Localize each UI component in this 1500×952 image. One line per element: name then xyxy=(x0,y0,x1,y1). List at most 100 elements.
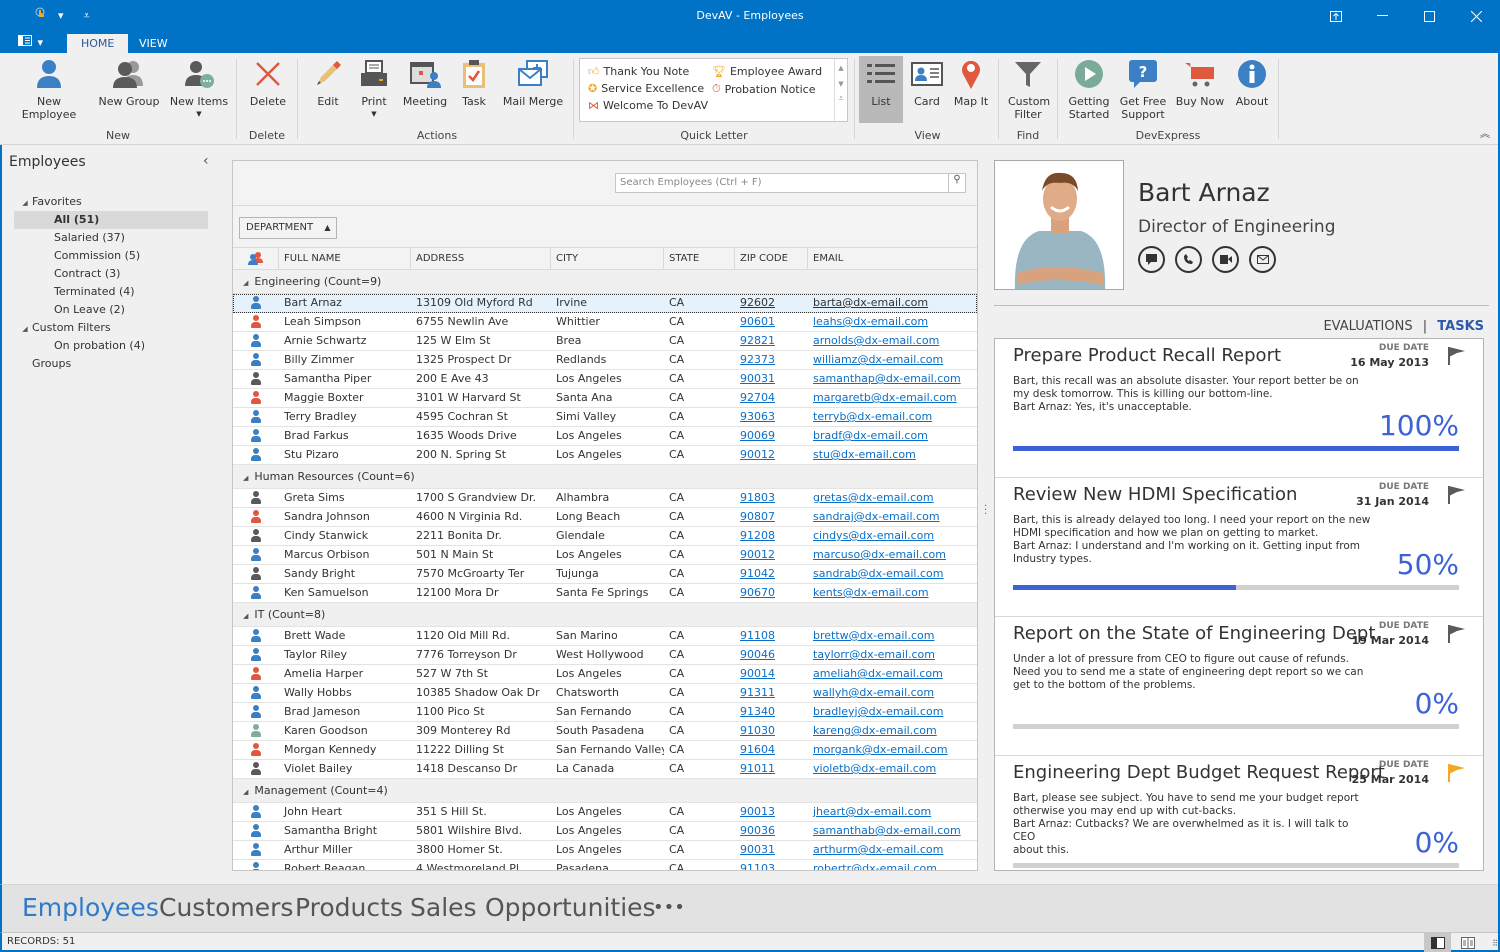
tab-tasks[interactable]: TASKS xyxy=(1437,319,1484,334)
cell-zip-code[interactable]: 90013 xyxy=(735,803,808,821)
zip-link[interactable]: 92602 xyxy=(740,296,775,309)
collapse-nav-icon[interactable]: ‹ xyxy=(203,153,209,169)
cell-zip-code[interactable]: 91011 xyxy=(735,760,808,778)
email-link[interactable]: leahs@dx-email.com xyxy=(813,315,928,328)
expand-arrow-icon[interactable]: ◢ xyxy=(243,788,248,796)
cell-zip-code[interactable]: 90670 xyxy=(735,584,808,602)
nav-item-products[interactable]: Products xyxy=(295,893,403,922)
cell-zip-code[interactable]: 90069 xyxy=(735,427,808,445)
table-row[interactable]: John Heart 351 S Hill St. Los Angeles CA 900… xyxy=(233,803,977,822)
table-row[interactable]: Samantha Piper 200 E Ave 43 Los Angeles CA 9… xyxy=(233,370,977,389)
list-view-button[interactable]: List xyxy=(859,56,903,123)
task-button[interactable]: Task xyxy=(456,57,492,108)
cell-email[interactable]: marcuso@dx-email.com xyxy=(808,546,977,564)
table-row[interactable]: Robert Reagan 4 Westmoreland Pl. Pasadena C… xyxy=(233,860,977,870)
edit-button[interactable]: Edit xyxy=(308,57,348,108)
app-menu-button[interactable]: ▾ xyxy=(18,35,43,49)
map-it-button[interactable]: Map It xyxy=(951,57,991,108)
email-link[interactable]: jheart@dx-email.com xyxy=(813,805,931,818)
search-input[interactable]: Search Employees (Ctrl + F) ⚲ xyxy=(615,173,966,193)
flag-icon[interactable] xyxy=(1447,484,1467,507)
expand-arrow-icon[interactable]: ◢ xyxy=(243,474,248,482)
expand-arrow-icon[interactable]: ◢ xyxy=(243,612,248,620)
cell-zip-code[interactable]: 91803 xyxy=(735,489,808,507)
nav-tree-item[interactable]: ◢ Custom Filters xyxy=(14,319,208,337)
email-link[interactable]: terryb@dx-email.com xyxy=(813,410,932,423)
zip-link[interactable]: 93063 xyxy=(740,410,775,423)
buy-now-button[interactable]: Buy Now xyxy=(1174,57,1226,108)
email-link[interactable]: kents@dx-email.com xyxy=(813,586,929,599)
column-header-email[interactable]: EMAIL xyxy=(808,248,977,270)
zip-link[interactable]: 91311 xyxy=(740,686,775,699)
cell-email[interactable]: williamz@dx-email.com xyxy=(808,351,977,369)
zip-link[interactable]: 91108 xyxy=(740,629,775,642)
table-row[interactable]: Maggie Boxter 3101 W Harvard St Santa Ana C… xyxy=(233,389,977,408)
nav-item-employees[interactable]: Employees xyxy=(22,893,159,922)
nav-item-customers[interactable]: Customers xyxy=(159,893,293,922)
table-row[interactable]: Amelia Harper 527 W 7th St Los Angeles CA 90… xyxy=(233,665,977,684)
nav-tree-item[interactable]: All (51) xyxy=(14,211,208,229)
zip-link[interactable]: 91208 xyxy=(740,529,775,542)
cell-email[interactable]: brettw@dx-email.com xyxy=(808,627,977,645)
zip-link[interactable]: 90031 xyxy=(740,843,775,856)
zip-link[interactable]: 90012 xyxy=(740,448,775,461)
scroll-down-icon[interactable]: ▼ xyxy=(835,80,847,88)
cell-email[interactable]: barta@dx-email.com xyxy=(808,294,977,312)
task-card[interactable]: Prepare Product Recall Report DUE DATE 16 … xyxy=(995,339,1483,478)
nav-tree-item[interactable]: ◢ Favorites xyxy=(14,193,208,211)
table-row[interactable]: Marcus Orbison 501 N Main St Los Angeles CA… xyxy=(233,546,977,565)
cell-zip-code[interactable]: 90031 xyxy=(735,370,808,388)
task-card[interactable]: Engineering Dept Budget Request Report DU… xyxy=(995,756,1483,870)
chat-button[interactable] xyxy=(1138,246,1165,273)
gallery-expand-icon[interactable]: ⩡ xyxy=(835,94,847,104)
zip-link[interactable]: 90807 xyxy=(740,510,775,523)
task-card[interactable]: Report on the State of Engineering Dept D… xyxy=(995,617,1483,756)
zip-link[interactable]: 90046 xyxy=(740,648,775,661)
email-link[interactable]: williamz@dx-email.com xyxy=(813,353,943,366)
column-header-address[interactable]: ADDRESS xyxy=(411,248,551,270)
cell-zip-code[interactable]: 92821 xyxy=(735,332,808,350)
email-link[interactable]: barta@dx-email.com xyxy=(813,296,928,309)
cell-email[interactable]: taylorr@dx-email.com xyxy=(808,646,977,664)
cell-email[interactable]: arthurm@dx-email.com xyxy=(808,841,977,859)
gallery-item-welcome-to-devav[interactable]: ⋈ Welcome To DevAV xyxy=(588,99,708,112)
table-row[interactable]: Stu Pizaro 200 N. Spring St Los Angeles CA 9… xyxy=(233,446,977,465)
table-row[interactable]: Samantha Bright 5801 Wilshire Blvd. Los An… xyxy=(233,822,977,841)
new-items-button[interactable]: New Items ▼ xyxy=(168,57,230,121)
cell-zip-code[interactable]: 91108 xyxy=(735,627,808,645)
email-link[interactable]: cindys@dx-email.com xyxy=(813,529,934,542)
group-row[interactable]: ◢ Management (Count=4) xyxy=(233,779,977,803)
cell-zip-code[interactable]: 91340 xyxy=(735,703,808,721)
table-row[interactable]: Sandra Johnson 4600 N Virginia Rd. Long Be… xyxy=(233,508,977,527)
nav-tree-item[interactable]: Commission (5) xyxy=(14,247,208,265)
zip-link[interactable]: 91030 xyxy=(740,724,775,737)
cell-zip-code[interactable]: 92704 xyxy=(735,389,808,407)
zip-link[interactable]: 90069 xyxy=(740,429,775,442)
nav-item-opportunities[interactable]: Opportunities xyxy=(485,893,656,922)
cell-email[interactable]: sandraj@dx-email.com xyxy=(808,508,977,526)
nav-tree-item[interactable]: On Leave (2) xyxy=(14,301,208,319)
cell-email[interactable]: terryb@dx-email.com xyxy=(808,408,977,426)
column-header-city[interactable]: CITY xyxy=(551,248,664,270)
normal-view-button[interactable] xyxy=(1424,933,1451,952)
cell-email[interactable]: arnolds@dx-email.com xyxy=(808,332,977,350)
email-link[interactable]: margaretb@dx-email.com xyxy=(813,391,957,404)
cell-zip-code[interactable]: 93063 xyxy=(735,408,808,426)
zip-link[interactable]: 91340 xyxy=(740,705,775,718)
table-row[interactable]: Arnie Schwartz 125 W Elm St Brea CA 92821 arn… xyxy=(233,332,977,351)
email-link[interactable]: robertr@dx-email.com xyxy=(813,862,937,870)
nav-tree-item[interactable]: Groups xyxy=(14,355,208,373)
cell-zip-code[interactable]: 92373 xyxy=(735,351,808,369)
call-button[interactable] xyxy=(1175,246,1202,273)
table-row[interactable]: Brett Wade 1120 Old Mill Rd. San Marino CA 9… xyxy=(233,627,977,646)
email-button[interactable] xyxy=(1249,246,1276,273)
about-button[interactable]: About xyxy=(1232,57,1272,108)
delete-button[interactable]: Delete xyxy=(243,57,293,108)
table-row[interactable]: Karen Goodson 309 Monterey Rd South Pasade… xyxy=(233,722,977,741)
column-header-state[interactable]: STATE xyxy=(664,248,735,270)
video-call-button[interactable] xyxy=(1212,246,1239,273)
task-card[interactable]: Review New HDMI Specification DUE DATE 31 … xyxy=(995,478,1483,617)
gallery-scrollbar[interactable]: ▲ ▼ ⩡ xyxy=(834,59,847,121)
email-link[interactable]: samanthab@dx-email.com xyxy=(813,824,961,837)
close-button[interactable] xyxy=(1453,0,1500,32)
